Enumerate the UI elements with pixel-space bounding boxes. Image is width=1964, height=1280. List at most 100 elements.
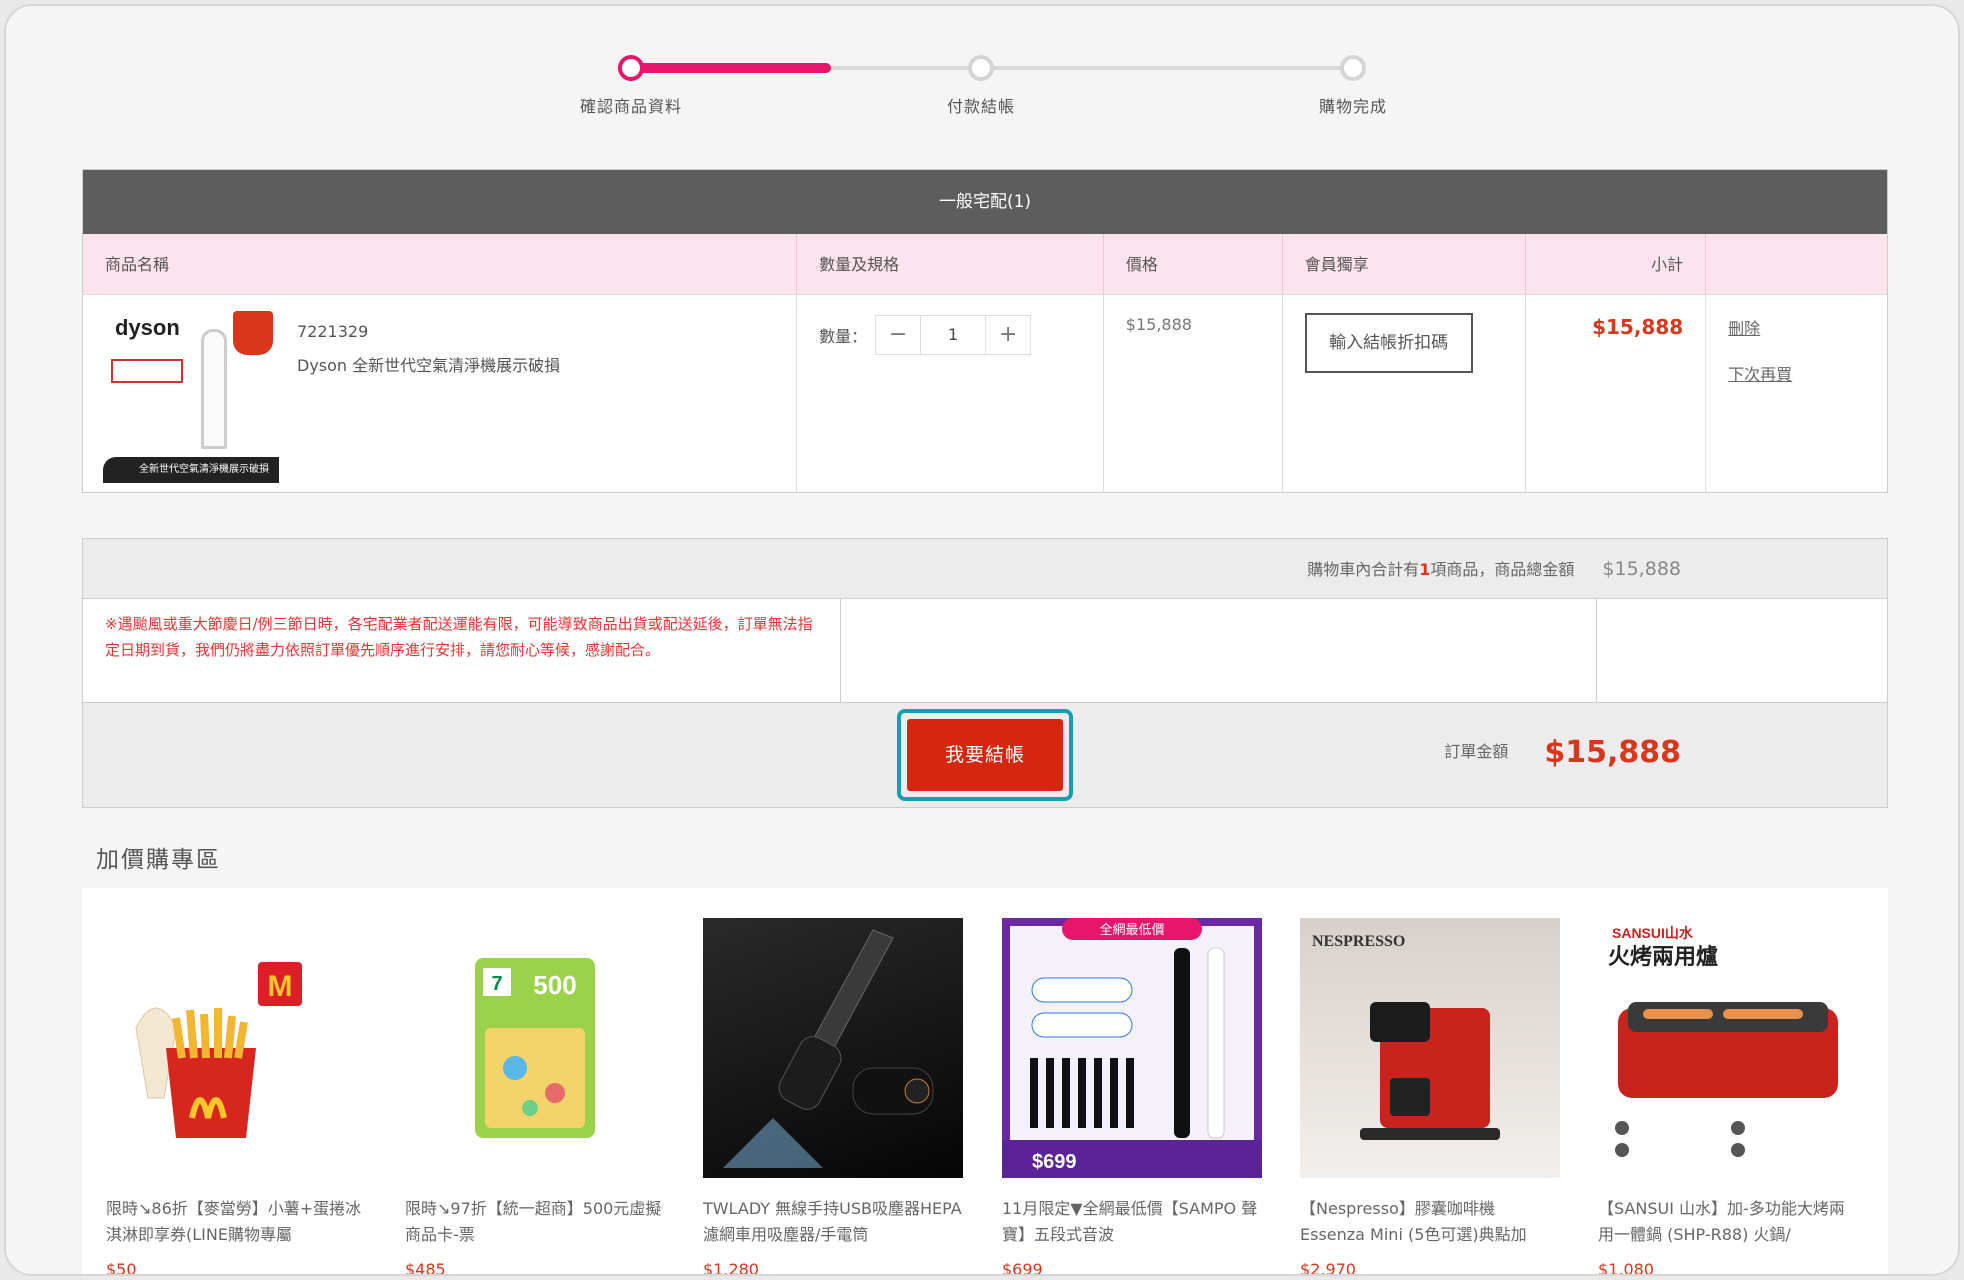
addon-name: 【SANSUI 山水】加-多功能大烤兩用一體鍋 (SHP-R88) 火鍋/ xyxy=(1598,1199,1845,1244)
addon-name: 限時↘97折【統一超商】500元虛擬商品卡-票 xyxy=(405,1199,662,1244)
addon-name: TWLADY 無線手持USB吸塵器HEPA濾網車用吸塵器/手電筒 xyxy=(703,1199,962,1244)
browser-frame: 確認商品資料 付款結帳 購物完成 一般宅配(1) 商品名稱 數量及規格 價格 會… xyxy=(4,4,1960,1276)
col-quantity: 數量及規格 xyxy=(797,234,1104,294)
cart-summary: 購物車內合計有1項商品，商品總金額 $15,888 ※遇颱風或重大節慶日/例三節日… xyxy=(82,538,1888,808)
buy-later-link[interactable]: 下次再買 xyxy=(1728,361,1865,385)
count-prefix: 購物車內合計有 xyxy=(1307,560,1420,579)
step-label: 付款結帳 xyxy=(946,97,1015,116)
summary-bar: 購物車內合計有1項商品，商品總金額 $15,888 xyxy=(83,539,1887,599)
step-complete: 購物完成 xyxy=(1283,52,1423,117)
delete-link[interactable]: 刪除 xyxy=(1728,315,1865,339)
addon-image[interactable]: 7 500 xyxy=(405,918,665,1178)
item-subtotal: $15,888 xyxy=(1592,315,1684,339)
addon-image[interactable]: 全網最低價 $699 xyxy=(1002,918,1262,1178)
step-payment: 付款結帳 xyxy=(911,52,1051,117)
addon-name: 【Nespresso】膠囊咖啡機 Essenza Mini (5色可選)典點加 xyxy=(1300,1199,1527,1244)
toothbrush-price: $699 xyxy=(1032,1151,1077,1173)
gift-card-icon: 7 500 xyxy=(475,958,595,1138)
notice-spacer xyxy=(841,599,1597,702)
order-total-amount: $15,888 xyxy=(1544,735,1681,770)
addon-card[interactable]: TWLADY 無線手持USB吸塵器HEPA濾網車用吸塵器/手電筒 $1,280 xyxy=(703,918,963,1276)
sansui-brand: SANSUI山水 xyxy=(1612,925,1694,941)
sansui-title: 火烤兩用爐 xyxy=(1608,944,1718,970)
step-label: 確認商品資料 xyxy=(579,97,682,116)
minus-button[interactable]: − xyxy=(876,316,920,354)
step-dot xyxy=(968,55,994,81)
toothbrush-icon: 全網最低價 $699 xyxy=(1002,918,1262,1178)
step-dot xyxy=(1340,55,1366,81)
toothbrush-banner: 全網最低價 xyxy=(1099,922,1164,938)
cart-item-row: dyson 全新世代空氣清淨機展示破損 7221329 Dyson 全新世代空氣… xyxy=(83,295,1887,492)
cart-header-row: 商品名稱 數量及規格 價格 會員獨享 小計 xyxy=(83,234,1887,295)
step-confirm: 確認商品資料 xyxy=(561,52,701,117)
col-product: 商品名稱 xyxy=(83,234,798,294)
product-image[interactable]: dyson 全新世代空氣清淨機展示破損 xyxy=(103,303,279,483)
addon-card[interactable]: 7 500 限時↘97折【統一超商】500元虛擬商品卡-票 $485 xyxy=(405,918,665,1276)
col-member: 會員獨享 xyxy=(1283,234,1527,294)
nespresso-brand: NESPRESSO xyxy=(1312,933,1405,950)
subtotal-cell: $15,888 xyxy=(1526,295,1707,492)
cart-section-title: 一般宅配(1) xyxy=(83,170,1887,234)
dyson-logo: dyson xyxy=(115,315,180,340)
badge-icon xyxy=(233,311,273,355)
plus-button[interactable]: + xyxy=(986,316,1030,354)
svg-text:M: M xyxy=(268,970,293,1003)
goods-total: $15,888 xyxy=(1602,558,1681,580)
addon-price: $1,080 xyxy=(1598,1260,1654,1276)
svg-text:7: 7 xyxy=(491,973,502,995)
count-suffix: 項商品，商品總金額 xyxy=(1430,560,1575,579)
actions-cell: 刪除 下次再買 xyxy=(1706,295,1887,492)
addon-image[interactable] xyxy=(703,918,963,1178)
col-subtotal: 小計 xyxy=(1526,234,1707,294)
addon-price: $485 xyxy=(405,1260,446,1276)
checkout-button[interactable]: 我要結帳 xyxy=(907,719,1063,791)
step-dot xyxy=(618,55,644,81)
addon-section: M 限時↘86折【麥當勞】小薯+蛋捲冰淇淋即享券(LINE購物專屬 $50 7 … xyxy=(82,888,1888,1276)
product-code: 7221329 xyxy=(297,322,369,341)
col-price: 價格 xyxy=(1104,234,1283,294)
vacuum-icon xyxy=(723,929,934,1168)
unit-price: $15,888 xyxy=(1125,315,1192,334)
product-badge xyxy=(111,359,183,383)
item-count: 1 xyxy=(1419,560,1431,579)
addon-card[interactable]: NESPRESSO 【Nespresso】膠囊咖啡機 Essenza Mini … xyxy=(1300,918,1560,1276)
addon-price: $699 xyxy=(1002,1260,1043,1276)
step-label: 購物完成 xyxy=(1318,97,1387,116)
addon-price: $50 xyxy=(106,1260,137,1276)
cart-table: 一般宅配(1) 商品名稱 數量及規格 價格 會員獨享 小計 dyson 全新世代… xyxy=(82,169,1888,493)
quantity-stepper: − 1 + xyxy=(875,315,1032,355)
addon-card[interactable]: SANSUI山水 火烤兩用爐 【SANSUI 山水】加-多功能大烤兩用一體鍋 (… xyxy=(1598,918,1858,1276)
order-total: 訂單金額 $15,888 xyxy=(1444,735,1681,770)
quantity-cell: 數量： − 1 + xyxy=(797,295,1104,492)
addon-name: 11月限定▼全網最低價【SAMPO 聲寶】五段式音波 xyxy=(1002,1199,1258,1244)
grill-pot-icon: SANSUI山水 火烤兩用爐 xyxy=(1606,925,1850,1163)
addon-image[interactable]: M xyxy=(106,918,366,1178)
checkout-row: 我要結帳 訂單金額 $15,888 xyxy=(83,703,1887,807)
product-image-caption: 全新世代空氣清淨機展示破損 xyxy=(103,457,279,483)
addon-card[interactable]: 全網最低價 $699 11月限定▼全網最低價【SAMPO 聲寶】五段式音波 $6… xyxy=(1002,918,1262,1276)
addon-image[interactable]: SANSUI山水 火烤兩用爐 xyxy=(1598,918,1858,1178)
quantity-input[interactable]: 1 xyxy=(920,316,987,354)
addon-name: 限時↘86折【麥當勞】小薯+蛋捲冰淇淋即享券(LINE購物專屬 xyxy=(106,1199,362,1244)
coupon-code-button[interactable]: 輸入結帳折扣碼 xyxy=(1304,313,1473,373)
coffee-machine-icon: NESPRESSO xyxy=(1312,933,1500,1140)
member-cell: 輸入結帳折扣碼 xyxy=(1283,295,1527,492)
delivery-notice: ※遇颱風或重大節慶日/例三節日時，各宅配業者配送運能有限，可能導致商品出貨或配送… xyxy=(83,599,841,702)
addon-title: 加價購專區 xyxy=(96,847,221,873)
qty-label: 數量： xyxy=(819,327,868,346)
product-cell: dyson 全新世代空氣清淨機展示破損 7221329 Dyson 全新世代空氣… xyxy=(83,295,798,492)
addon-card[interactable]: M 限時↘86折【麥當勞】小薯+蛋捲冰淇淋即享券(LINE購物專屬 $50 xyxy=(106,918,366,1276)
order-total-label: 訂單金額 xyxy=(1444,742,1509,761)
product-name[interactable]: Dyson 全新世代空氣清淨機展示破損 xyxy=(297,349,560,383)
mcdonalds-icon: M xyxy=(135,962,302,1138)
addon-price: $2,970 xyxy=(1300,1260,1356,1276)
price-cell: $15,888 xyxy=(1104,295,1283,492)
checkout-progress: 確認商品資料 付款結帳 購物完成 xyxy=(561,52,1411,132)
addon-price: $1,280 xyxy=(703,1260,759,1276)
air-purifier-icon xyxy=(201,329,227,449)
addon-image[interactable]: NESPRESSO xyxy=(1300,918,1560,1178)
gift-value: 500 xyxy=(533,970,576,1000)
notice-row: ※遇颱風或重大節慶日/例三節日時，各宅配業者配送運能有限，可能導致商品出貨或配送… xyxy=(83,599,1887,703)
checkout-focus-ring: 我要結帳 xyxy=(897,709,1073,801)
col-actions xyxy=(1706,234,1887,294)
